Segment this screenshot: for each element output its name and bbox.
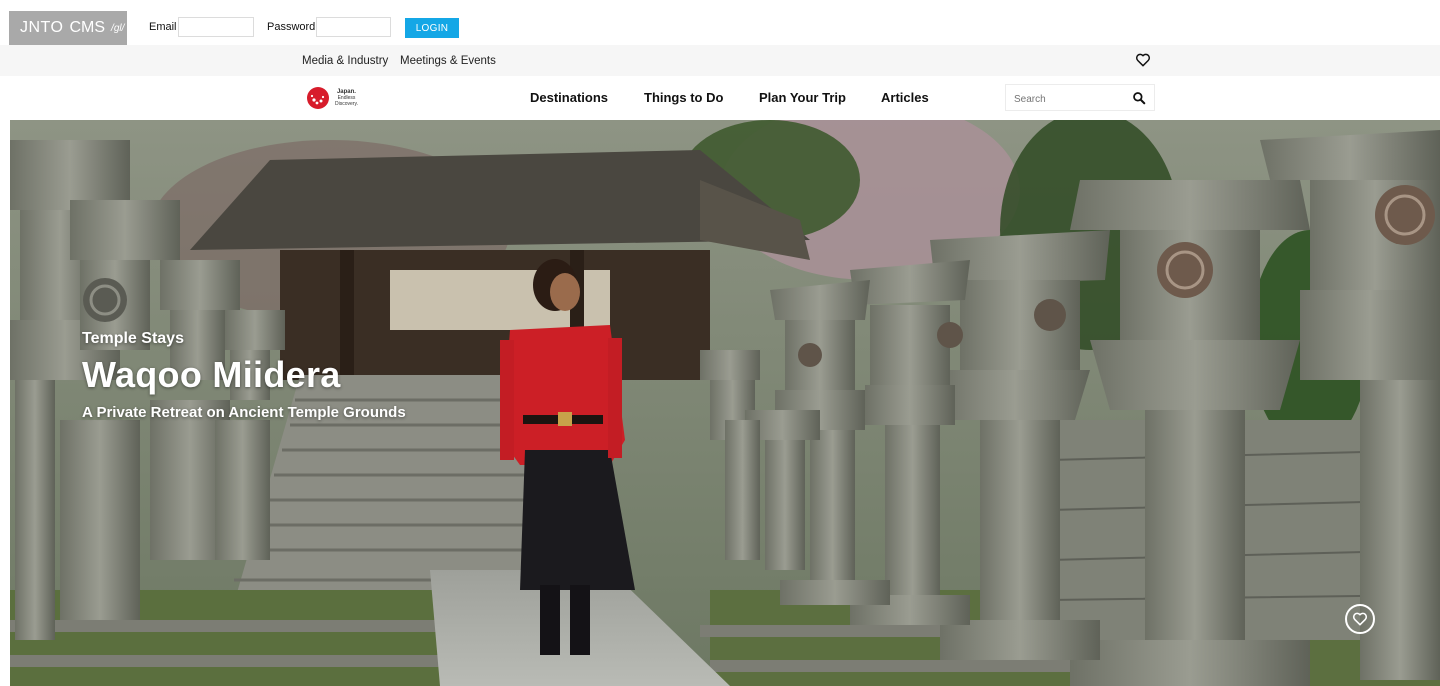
cms-logo-lang: /gl/: [111, 22, 125, 34]
email-label: Email: [149, 21, 177, 33]
heart-circle-icon[interactable]: [1345, 604, 1375, 634]
login-button[interactable]: LOGIN: [405, 18, 459, 38]
japan-logo[interactable]: Japan. Endless Discovery.: [305, 84, 375, 112]
nav-things-to-do[interactable]: Things to Do: [644, 90, 723, 105]
search-input[interactable]: [1012, 90, 1131, 108]
hero-eyebrow: Temple Stays: [82, 330, 184, 347]
search-icon[interactable]: [1132, 91, 1146, 105]
japan-logo-text: Japan. Endless Discovery.: [335, 89, 358, 107]
email-field[interactable]: [178, 17, 254, 37]
cms-bar: JNTO CMS /gl/ Email Password LOGIN: [0, 0, 1440, 45]
utility-bar: Media & Industry Meetings & Events: [0, 45, 1440, 76]
heart-icon[interactable]: [1135, 52, 1151, 68]
cms-logo-brand: JNTO: [20, 19, 64, 36]
nav-articles[interactable]: Articles: [881, 90, 929, 105]
password-label: Password: [267, 21, 316, 33]
hero-text-block: Temple Stays Waqoo Miidera A Private Ret…: [82, 330, 406, 421]
hero-title[interactable]: Waqoo Miidera: [82, 354, 406, 396]
password-field[interactable]: [316, 17, 391, 37]
cms-logo[interactable]: JNTO CMS /gl/: [9, 11, 127, 45]
main-nav: Japan. Endless Discovery. Destinations T…: [0, 76, 1440, 120]
hero-banner[interactable]: Temple Stays Waqoo Miidera A Private Ret…: [10, 120, 1440, 686]
nav-destinations[interactable]: Destinations: [530, 90, 608, 105]
cherry-blossom-icon: [307, 87, 329, 109]
cms-logo-cms: CMS: [69, 19, 106, 36]
hero-subtitle: A Private Retreat on Ancient Temple Grou…: [82, 404, 406, 421]
search-box: [1005, 84, 1155, 111]
utility-link-meetings-events[interactable]: Meetings & Events: [400, 55, 496, 67]
nav-plan-your-trip[interactable]: Plan Your Trip: [759, 90, 846, 105]
utility-link-media-industry[interactable]: Media & Industry: [302, 55, 388, 67]
